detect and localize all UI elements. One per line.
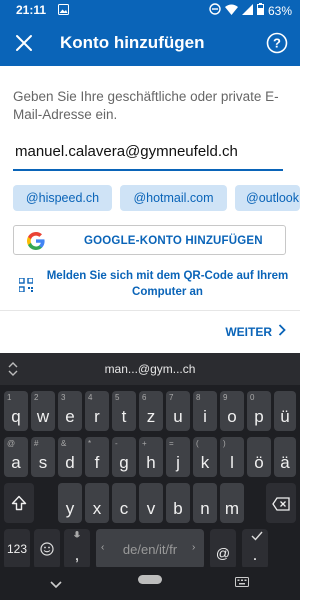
key-m[interactable]: m (220, 483, 244, 523)
key-y[interactable]: y (58, 483, 82, 523)
suggestion-bar: man...@gym...ch (0, 353, 300, 385)
divider (0, 310, 300, 311)
key-d[interactable]: & d (58, 437, 82, 477)
key-g[interactable]: -g (112, 437, 136, 477)
key-j[interactable]: = j (166, 437, 190, 477)
next-button-label: WEITER (225, 324, 272, 339)
svg-text:?: ? (273, 36, 281, 51)
key-p[interactable]: 0p (247, 391, 271, 431)
google-account-label: GOOGLE-KONTO HINZUFÜGEN (84, 235, 263, 247)
suggestion-word[interactable]: man...@gym...ch (0, 362, 300, 376)
key-n[interactable]: n (193, 483, 217, 523)
key-ae[interactable]: ä (274, 437, 296, 477)
period-key[interactable]: . (242, 529, 268, 569)
qr-code-login-link[interactable]: Melden Sie sich mit dem QR-Code auf Ihre… (13, 268, 293, 304)
wifi-icon (224, 4, 238, 18)
domain-chip-hotmail[interactable]: @hotmail.com (120, 185, 227, 211)
space-key[interactable]: ‹ de/en/it/fr › (96, 529, 204, 569)
keyboard-switch-icon[interactable] (235, 574, 249, 592)
dnd-icon (209, 3, 221, 18)
space-chevron-right-icon: › (192, 542, 196, 553)
key-q[interactable]: 1q (4, 391, 28, 431)
status-icons: 63% (209, 3, 292, 18)
close-icon[interactable] (14, 33, 34, 53)
shift-icon (4, 495, 34, 516)
instruction-text: Geben Sie Ihre geschäftliche oder privat… (13, 89, 279, 122)
backspace-key[interactable] (266, 483, 296, 523)
emoji-icon (34, 541, 60, 561)
next-button[interactable]: WEITER (225, 324, 286, 339)
key-c[interactable]: c (112, 483, 136, 523)
key-v[interactable]: v (139, 483, 163, 523)
key-k[interactable]: (k (193, 437, 217, 477)
comma-key[interactable]: , (64, 529, 90, 569)
key-h[interactable]: + h (139, 437, 163, 477)
battery-percent: 63% (267, 3, 292, 18)
key-b[interactable]: b (166, 483, 190, 523)
domain-chip-outlook[interactable]: @outlook (235, 185, 300, 211)
image-notification-icon (58, 4, 69, 18)
shift-key[interactable] (4, 483, 34, 523)
key-u[interactable]: 7u (166, 391, 190, 431)
domain-chip-hispeed[interactable]: @hispeed.ch (13, 185, 112, 211)
qr-code-login-label: Melden Sie sich mit dem QR-Code auf Ihre… (46, 270, 289, 298)
key-x[interactable]: x (85, 483, 109, 523)
help-icon[interactable]: ? (266, 32, 288, 54)
navigation-bar (0, 567, 300, 600)
key-t[interactable]: 5t (112, 391, 136, 431)
key-w[interactable]: 2w (31, 391, 55, 431)
qr-code-icon (18, 277, 34, 293)
checkmark-icon (251, 531, 263, 543)
key-i[interactable]: 8i (193, 391, 217, 431)
page-title: Konto hinzufügen (60, 33, 205, 52)
microphone-icon (74, 531, 80, 542)
email-field-underline (13, 169, 283, 171)
google-logo-icon (27, 232, 45, 250)
key-l[interactable]: ) l (220, 437, 244, 477)
key-z[interactable]: 6z (139, 391, 163, 431)
at-key[interactable]: @ (210, 529, 236, 569)
home-pill[interactable] (138, 575, 162, 584)
emoji-key[interactable] (34, 529, 60, 569)
key-oe[interactable]: ö (247, 437, 271, 477)
email-field[interactable]: manuel.calavera@gymneufeld.ch (15, 143, 238, 160)
key-s[interactable]: # s (31, 437, 55, 477)
numbers-key[interactable]: 123 (4, 529, 30, 569)
backspace-icon (266, 496, 296, 516)
google-account-button[interactable]: GOOGLE-KONTO HINZUFÜGEN (13, 225, 286, 255)
hide-keyboard-icon[interactable] (50, 576, 62, 594)
status-time: 21:11 (16, 3, 47, 17)
key-e[interactable]: 3e (58, 391, 82, 431)
status-bar: 21:11 63% (0, 0, 300, 20)
chevron-right-icon (278, 324, 286, 339)
app-bar: Konto hinzufügen ? (0, 20, 300, 66)
signal-icon (241, 3, 253, 18)
key-f[interactable]: * f (85, 437, 109, 477)
key-ue[interactable]: ü (274, 391, 296, 431)
key-o[interactable]: 9o (220, 391, 244, 431)
on-screen-keyboard: man...@gym...ch 1q 2w 3e 4r 5t 6z 7u 8i … (0, 353, 300, 600)
key-r[interactable]: 4r (85, 391, 109, 431)
battery-icon (256, 3, 264, 18)
key-a[interactable]: @ a (4, 437, 28, 477)
screen: 21:11 63% Konto hinzufügen ? Geben Sie I… (0, 0, 300, 600)
